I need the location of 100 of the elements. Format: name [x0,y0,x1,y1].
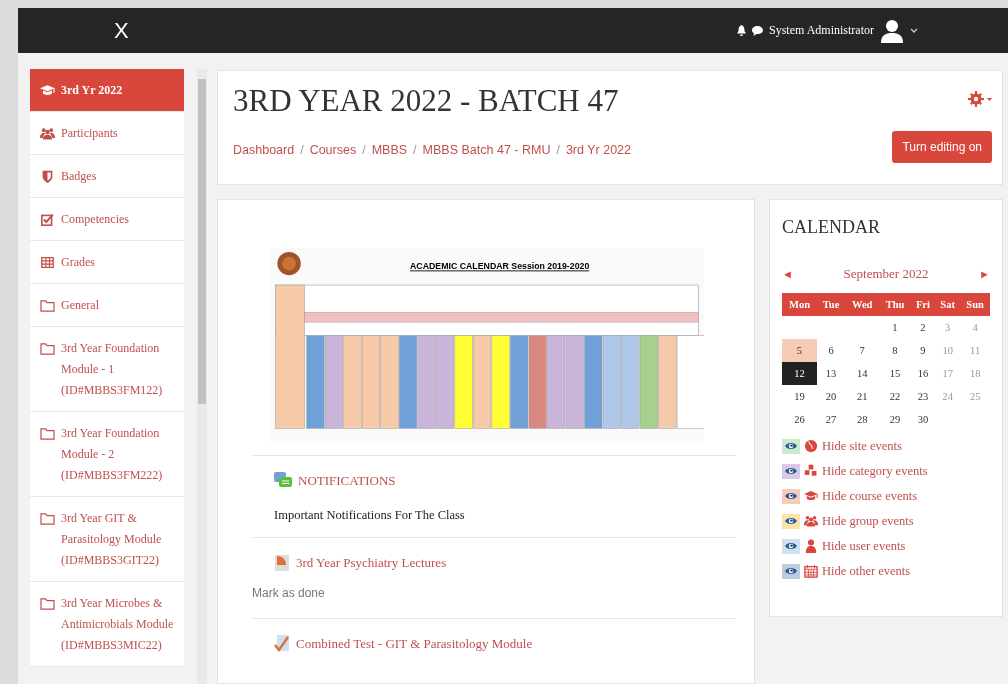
calendar-day[interactable]: 6 [816,339,846,362]
shield-icon [40,170,55,183]
close-button[interactable]: X [110,17,133,44]
calendar-day[interactable]: 2 [910,316,936,339]
eye-icon [785,516,797,526]
calendar-day[interactable]: 11 [960,339,990,362]
calendar-day[interactable]: 20 [816,385,846,408]
seal-icon [277,251,301,276]
filter-link[interactable]: Hide category events [822,463,928,479]
calendar-day[interactable]: 10 [935,339,961,362]
table-icon [40,256,55,269]
eye-toggle[interactable] [782,463,800,479]
calendar-day[interactable]: 16 [910,362,936,385]
weekday-header: Sun [960,293,990,316]
folder-icon [40,342,55,355]
sidebar-item[interactable]: 3rd Year Microbes & Antimicrobials Module (ID#MBBS3MIC22) [30,582,185,667]
filter-link[interactable]: Hide site events [822,438,902,454]
previous-month-button[interactable]: ◄ [782,268,793,280]
cubes-icon [804,464,818,478]
bell-icon[interactable] [737,25,746,36]
chat-icon[interactable] [752,25,763,36]
eye-toggle[interactable] [782,488,800,504]
scrollbar[interactable] [197,69,207,684]
next-month-button[interactable]: ► [979,268,990,280]
calendar-day[interactable]: 25 [960,385,990,408]
eye-icon [785,566,797,576]
sidebar-item[interactable]: General [30,284,185,327]
calendar-day[interactable]: 9 [910,339,936,362]
breadcrumb-link[interactable]: Dashboard [233,143,295,157]
sidebar-item[interactable]: Badges [30,155,185,198]
sidebar-item[interactable]: Grades [30,241,185,284]
calendar-day[interactable]: 7 [845,339,880,362]
course-icon [804,489,818,503]
calendar-day[interactable]: 30 [910,408,936,431]
eye-toggle[interactable] [782,538,800,554]
image-title: ACADEMIC CALENDAR Session 2019-2020 [410,261,590,272]
eye-toggle[interactable] [782,513,800,529]
mark-as-done-text[interactable]: Mark as done [252,586,736,604]
calendar-day[interactable]: 28 [845,408,880,431]
eye-toggle[interactable] [782,438,800,454]
calendar-day[interactable]: 8 [879,339,911,362]
activity-link[interactable]: NOTIFICATIONS [298,473,396,489]
breadcrumb-separator: / [300,143,304,157]
calendar-day[interactable]: 18 [960,362,990,385]
sidebar-item[interactable]: 3rd Yr 2022 [30,69,185,112]
user-name[interactable]: System Administrator [769,23,874,38]
folder-icon [40,597,55,610]
course-title: 3RD YEAR 2022 - BATCH 47 [233,82,620,120]
weekday-header: Tue [816,293,846,316]
breadcrumb-separator: / [413,143,417,157]
month-label: September 2022 [843,266,929,282]
turn-editing-on-button[interactable]: Turn editing on [892,131,992,163]
folder-icon [40,299,55,312]
calendar-day[interactable]: 24 [935,385,961,408]
sidebar-item[interactable]: Participants [30,112,185,155]
filter-link[interactable]: Hide course events [822,488,918,504]
sidebar-item[interactable]: 3rd Year Foundation Module - 2 (ID#MBBS3FM222) [30,412,185,497]
folder-icon [40,427,55,440]
activity-link[interactable]: 3rd Year Psychiatry Lectures [296,555,447,571]
filter-link[interactable]: Hide other events [822,563,911,579]
calendar-day[interactable]: 26 [782,408,817,431]
course-icon [40,84,55,97]
calendar-day[interactable]: 5 [782,339,817,362]
calendar-day[interactable]: 29 [879,408,911,431]
calendar-day[interactable]: 23 [910,385,936,408]
eye-icon [785,541,797,551]
settings-icon[interactable] [968,91,992,107]
check-icon [40,213,55,226]
calendar-day[interactable]: 3 [935,316,961,339]
eye-icon [785,441,797,451]
sidebar-item[interactable]: 3rd Year Foundation Module - 1 (ID#MBBS3FM122) [30,327,185,412]
breadcrumb-link[interactable]: Courses [309,143,357,157]
sidebar-item[interactable]: 3rd Year GIT & Parasitology Module (ID#MBBS3GIT22) [30,497,185,582]
activity-link[interactable]: Combined Test - GIT & Parasitology Module [296,636,533,652]
user-icon [804,539,818,553]
user-avatar-icon[interactable] [880,18,904,43]
calendar-day[interactable]: 17 [935,362,961,385]
filter-link[interactable]: Hide user events [822,538,906,554]
eye-toggle[interactable] [782,563,800,579]
calendar-day[interactable]: 22 [879,385,911,408]
sidebar-item[interactable]: Competencies [30,198,185,241]
caret-icon[interactable] [910,27,918,34]
users-icon [804,514,818,528]
calendar-day[interactable]: 12 [782,362,817,385]
breadcrumb-link[interactable]: 3rd Yr 2022 [565,143,631,157]
calendar-day[interactable]: 1 [879,316,911,339]
breadcrumb-separator: / [362,143,366,157]
calendar-day[interactable]: 27 [816,408,846,431]
calendar-day[interactable]: 13 [816,362,846,385]
calendar-day[interactable]: 15 [879,362,911,385]
activity-description: Important Notifications For The Class [274,508,466,523]
breadcrumb-link[interactable]: MBBS Batch 47 - RMU [422,143,551,157]
weekday-header: Sat [935,293,961,316]
calendar-day[interactable]: 21 [845,385,880,408]
breadcrumb-link[interactable]: MBBS [371,143,408,157]
weekday-header: Wed [845,293,880,316]
calendar-day[interactable]: 14 [845,362,880,385]
calendar-day[interactable]: 4 [960,316,990,339]
calendar-day[interactable]: 19 [782,385,817,408]
filter-link[interactable]: Hide group events [822,513,914,529]
